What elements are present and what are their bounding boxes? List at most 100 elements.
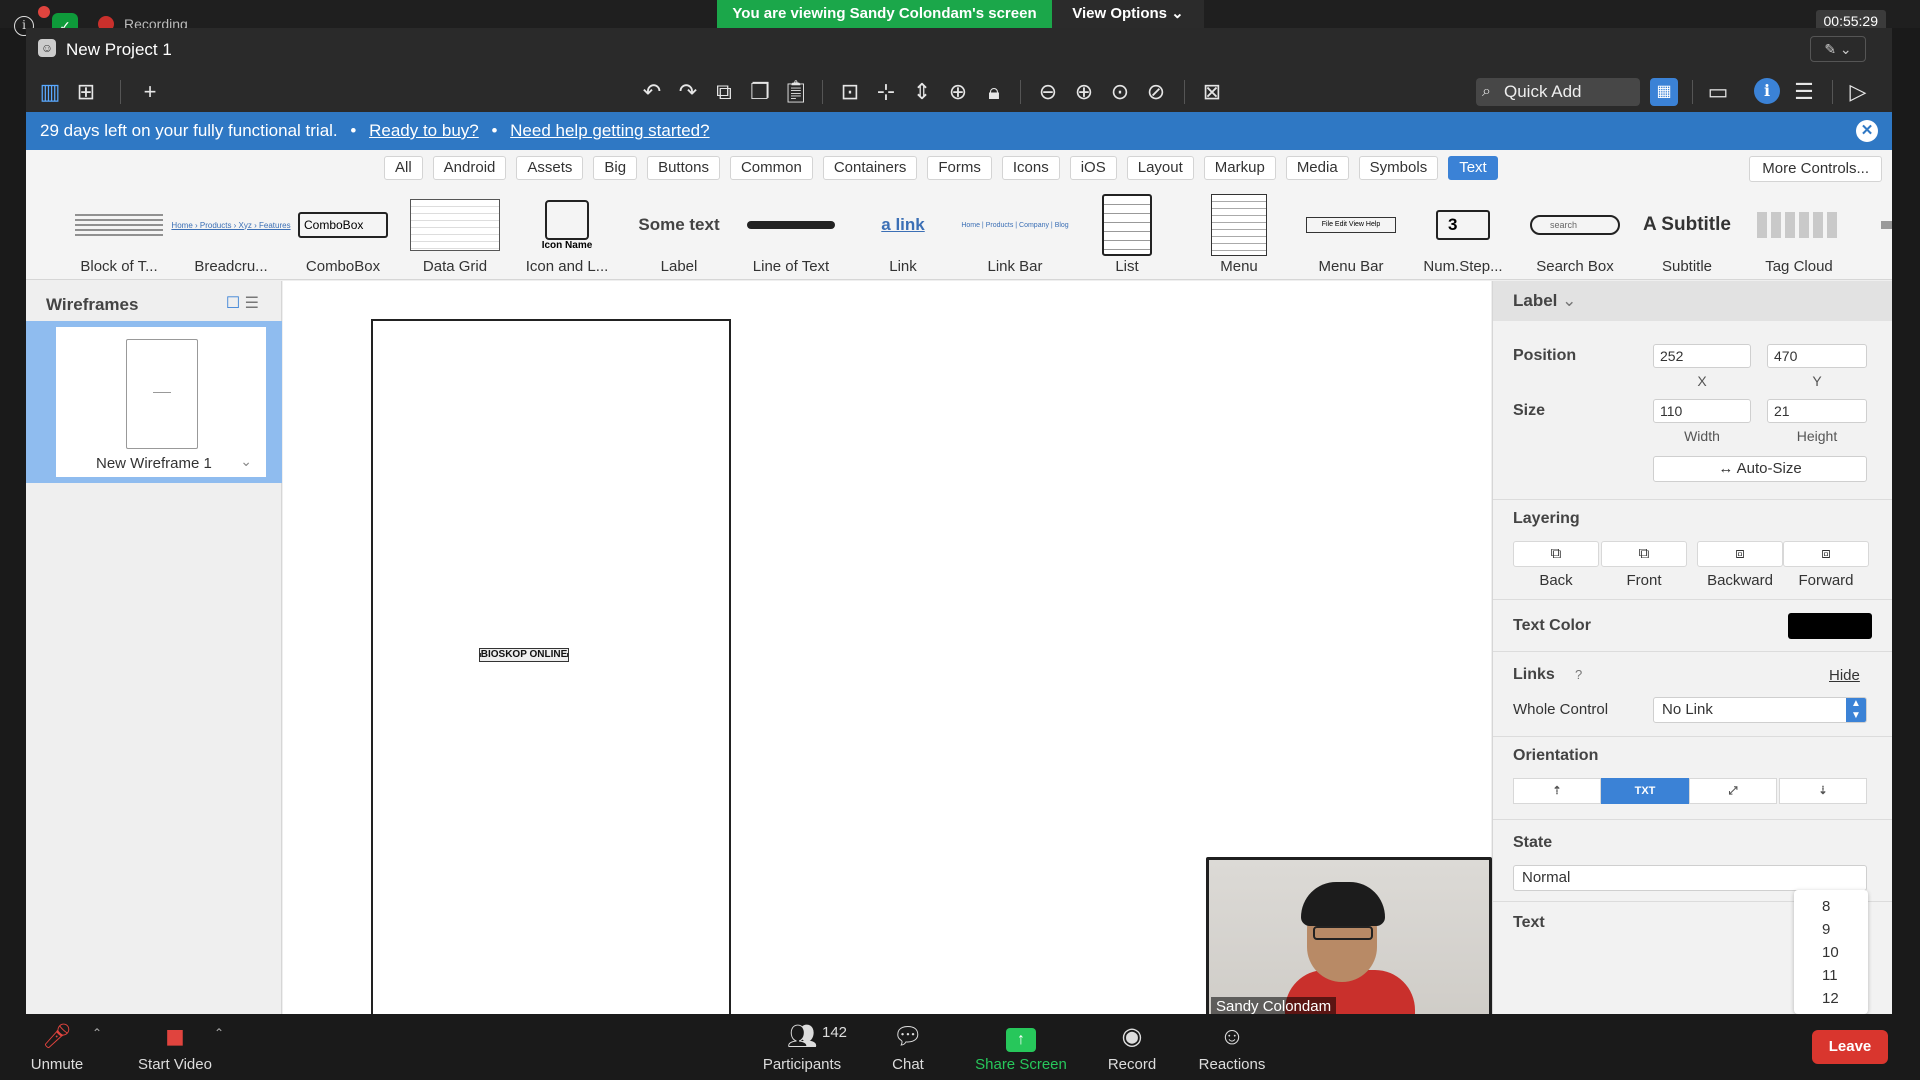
text-color-swatch[interactable] bbox=[1788, 613, 1872, 639]
resize-handle-left[interactable] bbox=[480, 653, 481, 657]
share-screen-button[interactable]: ↑ Share Screen bbox=[970, 1022, 1072, 1073]
help-icon[interactable]: ? bbox=[1575, 667, 1582, 682]
send-to-back-icon[interactable]: ⧉ bbox=[1513, 541, 1599, 567]
delete-icon[interactable]: ⊠ bbox=[1198, 78, 1226, 106]
filter-assets[interactable]: Assets bbox=[516, 156, 584, 180]
filter-common[interactable]: Common bbox=[729, 156, 813, 180]
whole-control-select[interactable]: No Link ▲ ▼ bbox=[1653, 697, 1867, 723]
zoom-in-icon[interactable]: ⊕ bbox=[1070, 78, 1098, 106]
participant-video-tile[interactable]: Sandy Colondam bbox=[1206, 857, 1492, 1014]
component-subtitle[interactable]: A Subtitle Subtitle bbox=[1632, 194, 1742, 280]
start-video-button[interactable]: ◼︎ Start Video bbox=[132, 1022, 218, 1073]
canvas-label[interactable]: BIOSKOP ONLINE bbox=[479, 648, 569, 662]
zoom-fit-icon[interactable]: ⊘ bbox=[1142, 78, 1170, 106]
filter-symbols[interactable]: Symbols bbox=[1358, 156, 1439, 180]
filter-android[interactable]: Android bbox=[432, 156, 507, 180]
font-size-option[interactable]: 11 bbox=[1822, 967, 1838, 984]
component-icon-and-label[interactable]: Icon Name Icon and L... bbox=[512, 194, 622, 280]
close-icon[interactable]: ✕ bbox=[1856, 120, 1878, 142]
bring-to-front-icon[interactable]: ⧉ bbox=[1601, 541, 1687, 567]
component-block-of-text[interactable]: Block of T... bbox=[64, 194, 174, 280]
quick-add-field[interactable]: ⌕ Quick Add bbox=[1476, 78, 1640, 106]
chevron-down-icon[interactable]: ⌄ bbox=[240, 453, 252, 470]
position-y-input[interactable]: 470 bbox=[1767, 344, 1867, 368]
filter-markup[interactable]: Markup bbox=[1203, 156, 1276, 180]
component-data-grid[interactable]: Data Grid bbox=[400, 194, 510, 280]
chevron-up-icon[interactable]: ⌃ bbox=[92, 1026, 102, 1040]
align-icon[interactable]: ⇕ bbox=[908, 78, 936, 106]
leave-button[interactable]: Leave bbox=[1812, 1030, 1888, 1064]
redo-icon[interactable]: ↷ bbox=[674, 78, 702, 106]
orientation-vertical-up-icon[interactable]: ⇡ bbox=[1513, 778, 1601, 804]
chat-button[interactable]: 💬︎ Chat bbox=[882, 1022, 934, 1073]
filter-icons[interactable]: Icons bbox=[1001, 156, 1060, 180]
filter-all[interactable]: All bbox=[384, 156, 423, 180]
component-list[interactable]: List bbox=[1072, 194, 1182, 280]
wireframe-rectangle[interactable]: BIOSKOP ONLINE bbox=[371, 319, 731, 1014]
filter-ios[interactable]: iOS bbox=[1069, 156, 1117, 180]
ungroup-icon[interactable]: ⊹ bbox=[872, 78, 900, 106]
component-search-box[interactable]: search Search Box bbox=[1520, 194, 1630, 280]
orientation-vertical-down-icon[interactable]: ⇣ bbox=[1779, 778, 1867, 804]
filter-buttons[interactable]: Buttons bbox=[647, 156, 720, 180]
ui-library-icon[interactable]: ▦ bbox=[1650, 78, 1678, 106]
orientation-horizontal-button[interactable]: TXT bbox=[1601, 778, 1689, 804]
bring-forward-icon[interactable]: ⧈ bbox=[1783, 541, 1869, 567]
filter-text[interactable]: Text bbox=[1448, 156, 1498, 180]
resize-handle-right[interactable] bbox=[567, 653, 568, 657]
orientation-angled-icon[interactable]: ⤢ bbox=[1689, 778, 1777, 804]
filter-containers[interactable]: Containers bbox=[822, 156, 918, 180]
chevron-up-icon[interactable]: ⌃ bbox=[214, 1026, 224, 1040]
inspector-header[interactable]: Label ⌄ bbox=[1493, 281, 1892, 321]
single-view-icon[interactable]: ▥ bbox=[36, 78, 64, 106]
position-x-input[interactable]: 252 bbox=[1653, 344, 1751, 368]
filter-big[interactable]: Big bbox=[593, 156, 638, 180]
reactions-button[interactable]: ☺ Reactions bbox=[1192, 1022, 1272, 1073]
chevron-down-icon[interactable]: ⌄ bbox=[1562, 291, 1576, 310]
component-text[interactable]: Te bbox=[1856, 194, 1892, 280]
component-tag-cloud[interactable]: Tag Cloud bbox=[1744, 194, 1854, 280]
add-icon[interactable]: + bbox=[136, 78, 164, 106]
zoom-out-icon[interactable]: ⊖ bbox=[1034, 78, 1062, 106]
component-breadcrumbs[interactable]: Home › Products › Xyz › Features Breadcru… bbox=[171, 194, 290, 280]
duplicate-icon[interactable]: ❐ bbox=[746, 78, 774, 106]
grid-view-icon[interactable]: ⊞ bbox=[72, 78, 100, 106]
component-combobox[interactable]: ComboBox ComboBox bbox=[288, 194, 398, 280]
paste-icon[interactable]: 📋︎ bbox=[782, 78, 810, 106]
distribute-icon[interactable]: ⊕ bbox=[944, 78, 972, 106]
filter-forms[interactable]: Forms bbox=[927, 156, 992, 180]
thumbnail-view-icon[interactable]: ☐ bbox=[226, 295, 240, 312]
component-link-bar[interactable]: Home | Products | Company | Blog Link Bar bbox=[960, 194, 1070, 280]
component-line-of-text[interactable]: Line of Text bbox=[736, 194, 846, 280]
edit-mode-button[interactable]: ✎ ⌄ bbox=[1810, 36, 1866, 62]
state-select[interactable]: Normal bbox=[1513, 865, 1867, 891]
ready-to-buy-link[interactable]: Ready to buy? bbox=[369, 121, 479, 140]
record-button[interactable]: ◉ Record bbox=[1100, 1022, 1164, 1073]
component-link[interactable]: a link Link bbox=[848, 194, 958, 280]
send-backward-icon[interactable]: ⧈ bbox=[1697, 541, 1783, 567]
presentation-icon[interactable]: ▷ bbox=[1844, 78, 1872, 106]
font-size-option[interactable]: 9 bbox=[1822, 921, 1830, 938]
component-label[interactable]: Some text Label bbox=[624, 194, 734, 280]
copy-icon[interactable]: ⧉ bbox=[710, 78, 738, 106]
help-getting-started-link[interactable]: Need help getting started? bbox=[510, 121, 709, 140]
actual-size-icon[interactable]: ⊙ bbox=[1106, 78, 1134, 106]
auto-size-button[interactable]: ↔ Auto-Size bbox=[1653, 456, 1867, 482]
group-icon[interactable]: ⊡ bbox=[836, 78, 864, 106]
notes-icon[interactable]: ☰ bbox=[1790, 78, 1818, 106]
unmute-button[interactable]: 🎤︎ Unmute bbox=[24, 1022, 90, 1073]
font-size-option[interactable]: 8 bbox=[1822, 898, 1830, 915]
font-size-option[interactable]: 10 bbox=[1822, 944, 1839, 961]
font-size-option[interactable]: 12 bbox=[1822, 990, 1839, 1007]
view-options-button[interactable]: View Options ⌄ bbox=[1052, 0, 1204, 28]
list-view-icon[interactable]: ☰ bbox=[245, 295, 259, 312]
component-menu[interactable]: Menu bbox=[1184, 194, 1294, 280]
window-close-dot[interactable] bbox=[38, 6, 50, 18]
undo-icon[interactable]: ↶ bbox=[638, 78, 666, 106]
lock-icon[interactable]: 🔒︎ bbox=[980, 78, 1008, 106]
component-menu-bar[interactable]: File Edit View Help Menu Bar bbox=[1296, 194, 1406, 280]
hide-links-link[interactable]: Hide bbox=[1829, 667, 1860, 684]
component-numeric-stepper[interactable]: 3 Num.Step... bbox=[1408, 194, 1518, 280]
comment-icon[interactable]: ▭ bbox=[1704, 78, 1732, 106]
filter-layout[interactable]: Layout bbox=[1126, 156, 1194, 180]
